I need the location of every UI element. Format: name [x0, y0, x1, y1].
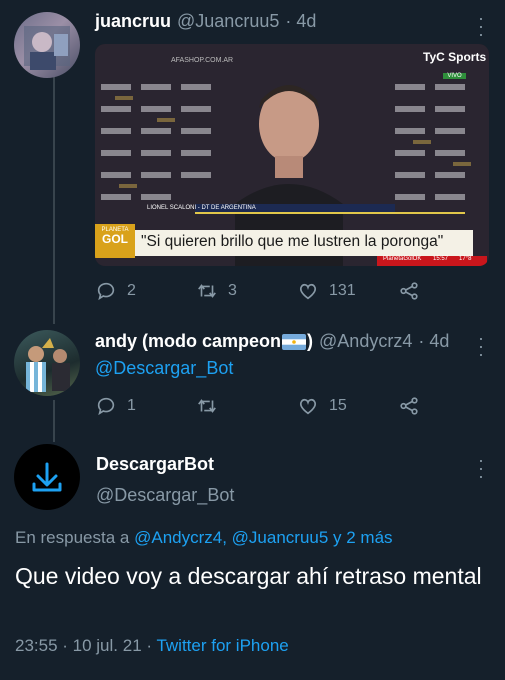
avatar[interactable]	[14, 444, 80, 510]
share-icon	[400, 282, 418, 300]
tweet-text: Que video voy a descargar ahí retraso me…	[15, 563, 482, 589]
handle[interactable]: @Juancruu5	[177, 11, 279, 32]
reply-icon	[97, 397, 115, 416]
display-name-text: andy (modo campeon	[95, 331, 282, 351]
caption-quote: "Si quieren brillo que me lustren la por…	[141, 233, 444, 250]
temperature: 17°8	[459, 256, 472, 262]
reply-prefix: En respuesta a	[15, 528, 130, 547]
avatar-illustration	[26, 338, 70, 392]
thread-line	[53, 74, 55, 324]
like-button[interactable]: 131	[297, 280, 356, 302]
share-icon	[400, 397, 418, 415]
program-tag: PLANETA GOL	[95, 227, 135, 245]
like-icon	[299, 398, 317, 415]
overlay-site-text: AFASHOP.COM.AR	[171, 57, 234, 64]
retweet-count: 3	[228, 282, 237, 299]
channel-live-badge: VIVO	[443, 73, 466, 79]
download-icon	[32, 462, 62, 492]
retweet-button[interactable]: 3	[196, 280, 237, 302]
mention-link[interactable]: @Descargar_Bot	[95, 358, 233, 379]
avatar-illustration	[24, 26, 70, 70]
share-button[interactable]	[398, 280, 420, 302]
avatar[interactable]	[14, 12, 80, 78]
channel-logo: TyC Sports VIVO	[423, 50, 486, 82]
reply-count: 1	[127, 397, 136, 414]
handle[interactable]: @Andycrz4	[319, 331, 412, 352]
clock: 15:57	[433, 256, 449, 262]
reply-button[interactable]: 1	[95, 395, 136, 417]
display-name[interactable]: andy (modo campeon )	[95, 331, 313, 352]
like-count: 131	[329, 282, 356, 299]
timestamp[interactable]: · 4d	[285, 11, 316, 32]
argentina-flag-icon	[282, 333, 307, 350]
video-media[interactable]: AFASHOP.COM.AR TyC Sports VIVO LIONEL SC…	[95, 44, 489, 266]
timestamp[interactable]: · 4d	[418, 331, 449, 352]
reply-icon	[97, 282, 115, 301]
more-icon[interactable]: · · ·	[476, 329, 486, 363]
display-name[interactable]: juancruu	[95, 11, 171, 32]
tweet-client[interactable]: Twitter for iPhone	[156, 636, 288, 655]
like-count: 15	[329, 397, 347, 414]
retweet-icon	[198, 399, 216, 413]
thread-line	[53, 400, 55, 442]
channel-logo-text: TyC Sports	[423, 50, 487, 64]
reply-button[interactable]: 2	[95, 280, 136, 302]
reply-mentions[interactable]: @Andycrz4, @Juancruu5 y 2 más	[134, 528, 392, 547]
reply-context: En respuesta a @Andycrz4, @Juancruu5 y 2…	[15, 528, 393, 548]
display-name-suffix: )	[307, 331, 314, 351]
display-name[interactable]: DescargarBot	[96, 454, 214, 475]
avatar[interactable]	[14, 330, 80, 396]
retweet-button[interactable]	[196, 395, 228, 417]
like-icon	[299, 283, 317, 300]
reply-count: 2	[127, 282, 136, 299]
more-icon[interactable]: · · ·	[476, 9, 486, 43]
retweet-icon	[198, 284, 216, 298]
lower-third-name: LIONEL SCALONI - DT DE ARGENTINA	[147, 205, 256, 211]
tweet-meta: 23:55 · 10 jul. 21 · Twitter for iPhone	[15, 636, 289, 656]
program-tag-line-2: GOL	[102, 232, 128, 246]
corner-tag: PlanetaGolOK	[383, 256, 422, 262]
share-button[interactable]	[398, 395, 420, 417]
handle[interactable]: @Descargar_Bot	[96, 485, 234, 506]
like-button[interactable]: 15	[297, 395, 347, 417]
tweet-timestamp[interactable]: 23:55 · 10 jul. 21 ·	[15, 636, 152, 655]
more-icon[interactable]: · · ·	[476, 451, 486, 485]
